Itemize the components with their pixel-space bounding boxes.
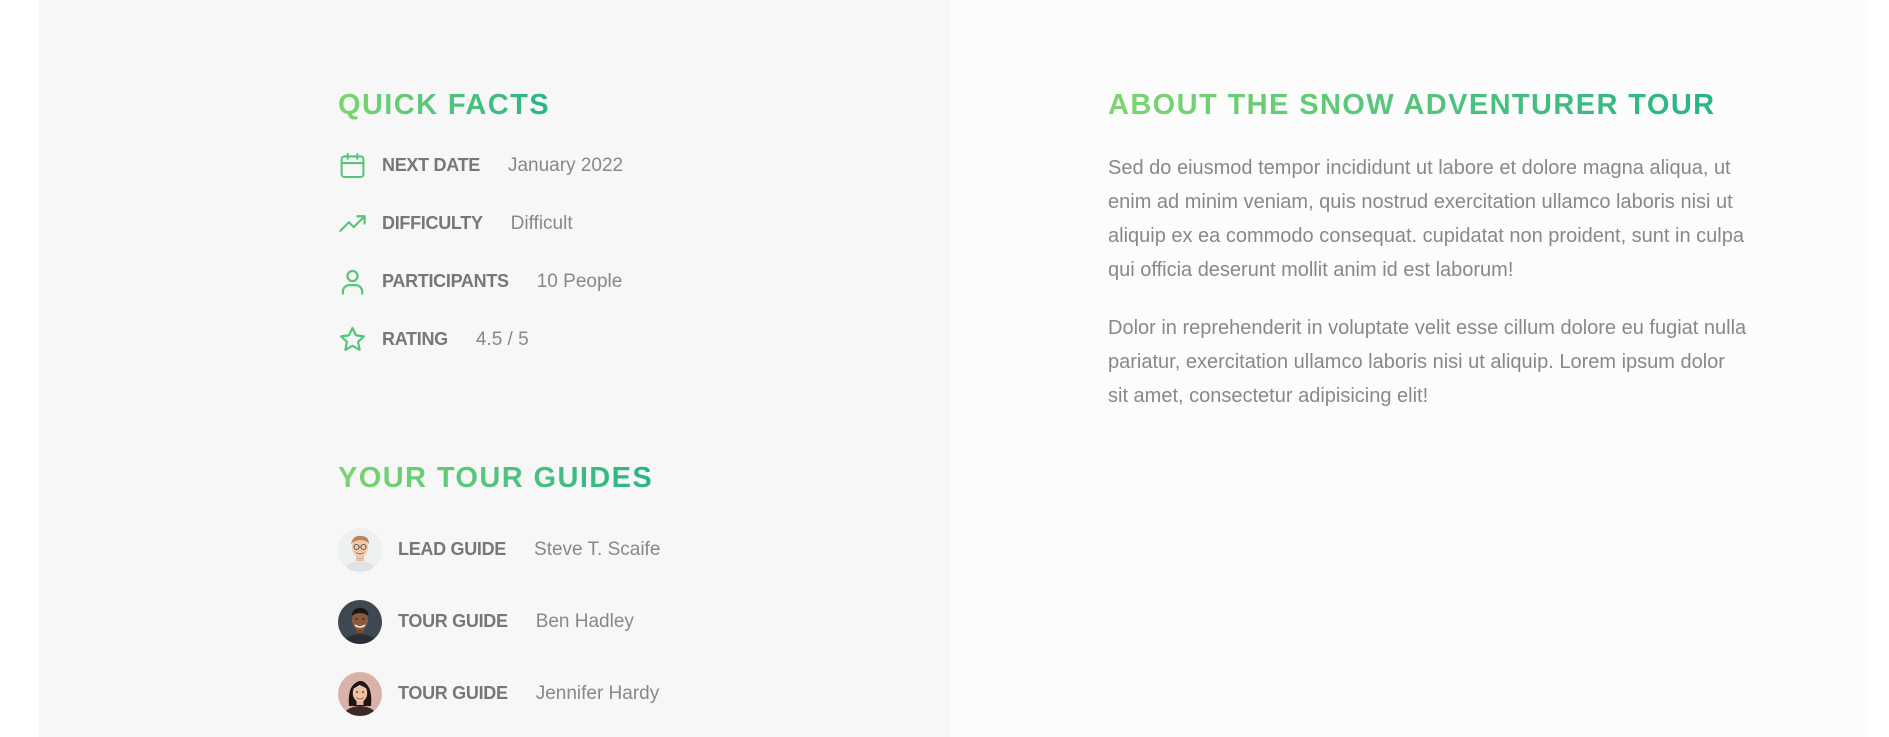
quick-facts-list: Next Date January 2022 Difficulty Diffic… [338, 151, 623, 355]
tour-guides-list: Lead Guide Steve T. Scaife [338, 527, 661, 716]
tour-guides-block: Your Tour Guides [338, 461, 660, 737]
fact-label: Next Date [382, 155, 480, 176]
tour-description-section: Quick Facts Next Date January 2022 [0, 0, 1889, 737]
fact-rating: Rating 4.5 / 5 [338, 325, 623, 355]
fact-value: January 2022 [507, 154, 624, 176]
guide-name: Jennifer Hardy [535, 682, 660, 704]
fact-next-date: Next Date January 2022 [338, 151, 623, 181]
fact-value: Difficult [510, 212, 573, 234]
quick-facts-heading: Quick Facts [338, 89, 550, 121]
avatar [338, 527, 382, 572]
guide-name: Ben Hadley [535, 610, 634, 632]
user-icon [338, 267, 367, 296]
fact-label: Rating [382, 329, 448, 350]
about-paragraph: Sed do eiusmod tempor incididunt ut labo… [1108, 156, 1744, 281]
guide-item: Tour Guide Ben Hadley [338, 599, 660, 644]
fact-value: 10 People [536, 270, 623, 292]
fact-participants: Participants 10 People [338, 267, 623, 297]
guide-role: Tour Guide [398, 611, 508, 632]
fact-difficulty: Difficulty Difficult [338, 209, 623, 239]
calendar-icon [338, 151, 367, 180]
left-gutter [0, 0, 39, 737]
about-paragraph: Dolor in reprehenderit in voluptate veli… [1108, 316, 1747, 407]
star-icon [338, 325, 367, 354]
fact-value: 4.5 / 5 [475, 328, 529, 350]
about-block: About the Snow Adventurer Tour Sed do ei… [1108, 88, 1748, 413]
about-heading: About the Snow Adventurer Tour [1108, 89, 1716, 121]
facts-column: Quick Facts Next Date January 2022 [39, 0, 951, 737]
about-column: About the Snow Adventurer Tour Sed do ei… [951, 0, 1867, 737]
guide-item: Tour Guide Jennifer Hardy [338, 671, 660, 716]
right-gutter [1867, 0, 1889, 737]
guide-item: Lead Guide Steve T. Scaife [338, 527, 661, 572]
tour-guides-heading: Your Tour Guides [338, 462, 654, 494]
fact-label: Participants [382, 271, 509, 292]
trending-up-icon [338, 209, 367, 238]
avatar [338, 599, 382, 644]
guide-role: Tour Guide [398, 683, 508, 704]
avatar [338, 671, 382, 716]
fact-label: Difficulty [382, 213, 483, 234]
quick-facts-block: Quick Facts Next Date January 2022 [338, 88, 623, 383]
guide-role: Lead Guide [398, 539, 507, 560]
guide-name: Steve T. Scaife [534, 538, 661, 560]
